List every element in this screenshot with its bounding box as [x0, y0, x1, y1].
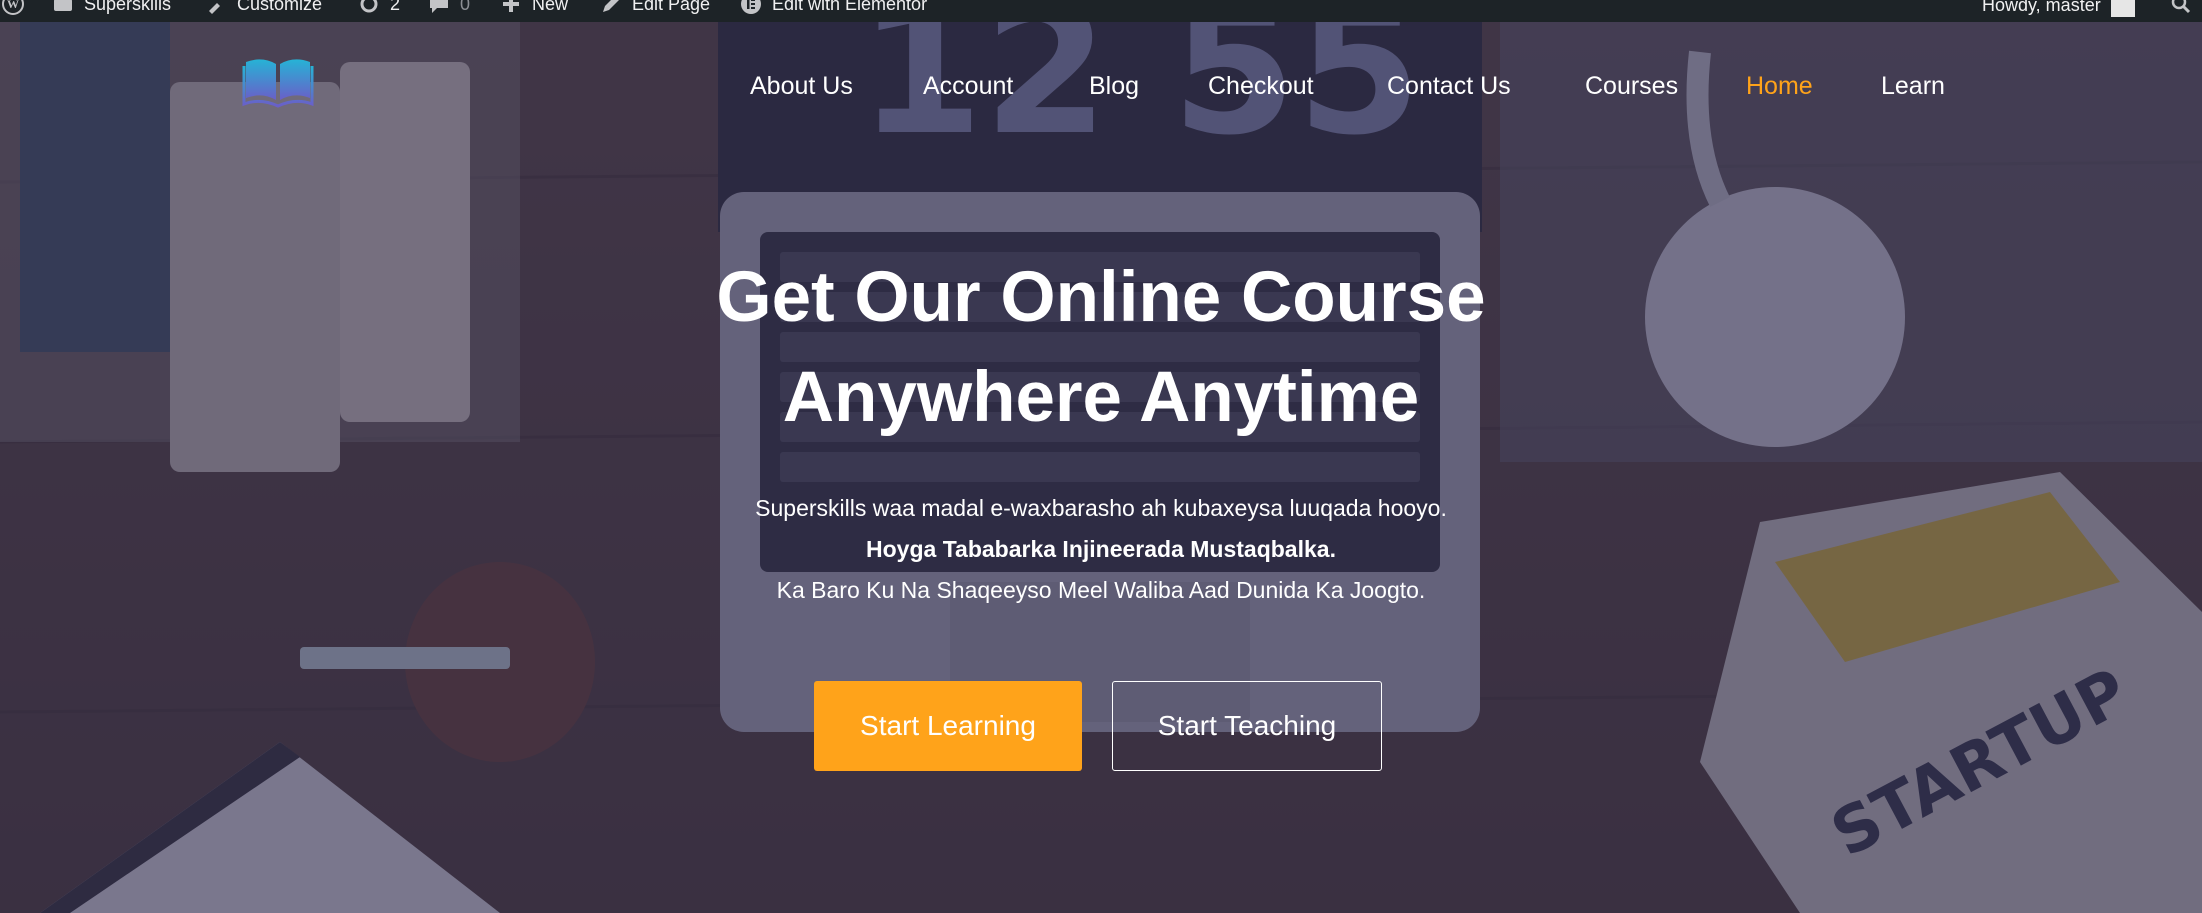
- start-teaching-button[interactable]: Start Teaching: [1112, 681, 1382, 771]
- howdy-label: Howdy, master: [1982, 0, 2101, 15]
- admin-bar-comments[interactable]: 0: [428, 0, 470, 15]
- admin-bar-edit-page[interactable]: Edit Page: [600, 0, 710, 15]
- site-name: Superskills: [84, 0, 172, 14]
- pencil-icon: [603, 0, 619, 12]
- hero-overlay: [0, 22, 2202, 913]
- dashboard-icon: [54, 0, 72, 11]
- admin-bar-search[interactable]: [2170, 0, 2192, 15]
- admin-bar-account[interactable]: Howdy, master: [1982, 0, 2135, 17]
- admin-bar-edit-elementor[interactable]: Edit with Elementor: [740, 0, 927, 15]
- updates-count: 2: [390, 0, 401, 14]
- brush-icon: [209, 3, 220, 14]
- nav-item-checkout[interactable]: Checkout: [1208, 72, 1314, 101]
- customize-label: Customize: [237, 0, 323, 14]
- nav-item-about-us[interactable]: About Us: [750, 72, 853, 101]
- start-learning-button[interactable]: Start Learning: [814, 681, 1082, 771]
- edit-elementor-label: Edit with Elementor: [772, 0, 928, 14]
- hero-subtitle-line2: Hoyga Tababarka Injineerada Mustaqbalka.: [866, 536, 1336, 562]
- new-label: New: [532, 0, 569, 14]
- nav-item-blog[interactable]: Blog: [1089, 72, 1139, 101]
- admin-bar-site-link[interactable]: Superskills: [52, 0, 171, 15]
- comments-count: 0: [460, 0, 471, 14]
- avatar: [2110, 0, 2135, 17]
- svg-text:W: W: [7, 0, 19, 11]
- elementor-icon: [741, 0, 761, 14]
- wp-admin-bar: W Superskills Customize 2 0 New Edit Pag…: [0, 0, 2202, 22]
- open-book-icon[interactable]: [242, 56, 314, 108]
- nav-item-account[interactable]: Account: [923, 72, 1013, 101]
- admin-bar-customize[interactable]: Customize: [205, 0, 322, 15]
- nav-item-contact-us[interactable]: Contact Us: [1387, 72, 1511, 101]
- refresh-icon: [360, 0, 378, 13]
- admin-bar-new[interactable]: New: [500, 0, 568, 15]
- search-icon: [2171, 0, 2191, 14]
- hero-section: 12 55 STARTUP About Us Account Blog: [0, 22, 2202, 913]
- hero-subtitle-line1: Superskills waa madal e-waxbarasho ah ku…: [755, 495, 1447, 521]
- comment-icon: [430, 0, 448, 13]
- wordpress-logo-icon[interactable]: W: [2, 0, 24, 15]
- nav-item-learn[interactable]: Learn: [1881, 72, 1945, 101]
- nav-item-courses[interactable]: Courses: [1585, 72, 1678, 101]
- nav-item-home[interactable]: Home: [1746, 72, 1813, 101]
- hero-subtitle-line3: Ka Baro Ku Na Shaqeeyso Meel Waliba Aad …: [776, 577, 1426, 603]
- plus-icon: [503, 0, 519, 12]
- hero-headline-line1: Get Our Online Course: [716, 258, 1486, 337]
- hero-headline-line2: Anywhere Anytime: [782, 358, 1420, 437]
- admin-bar-updates[interactable]: 2: [358, 0, 400, 15]
- edit-page-label: Edit Page: [632, 0, 711, 14]
